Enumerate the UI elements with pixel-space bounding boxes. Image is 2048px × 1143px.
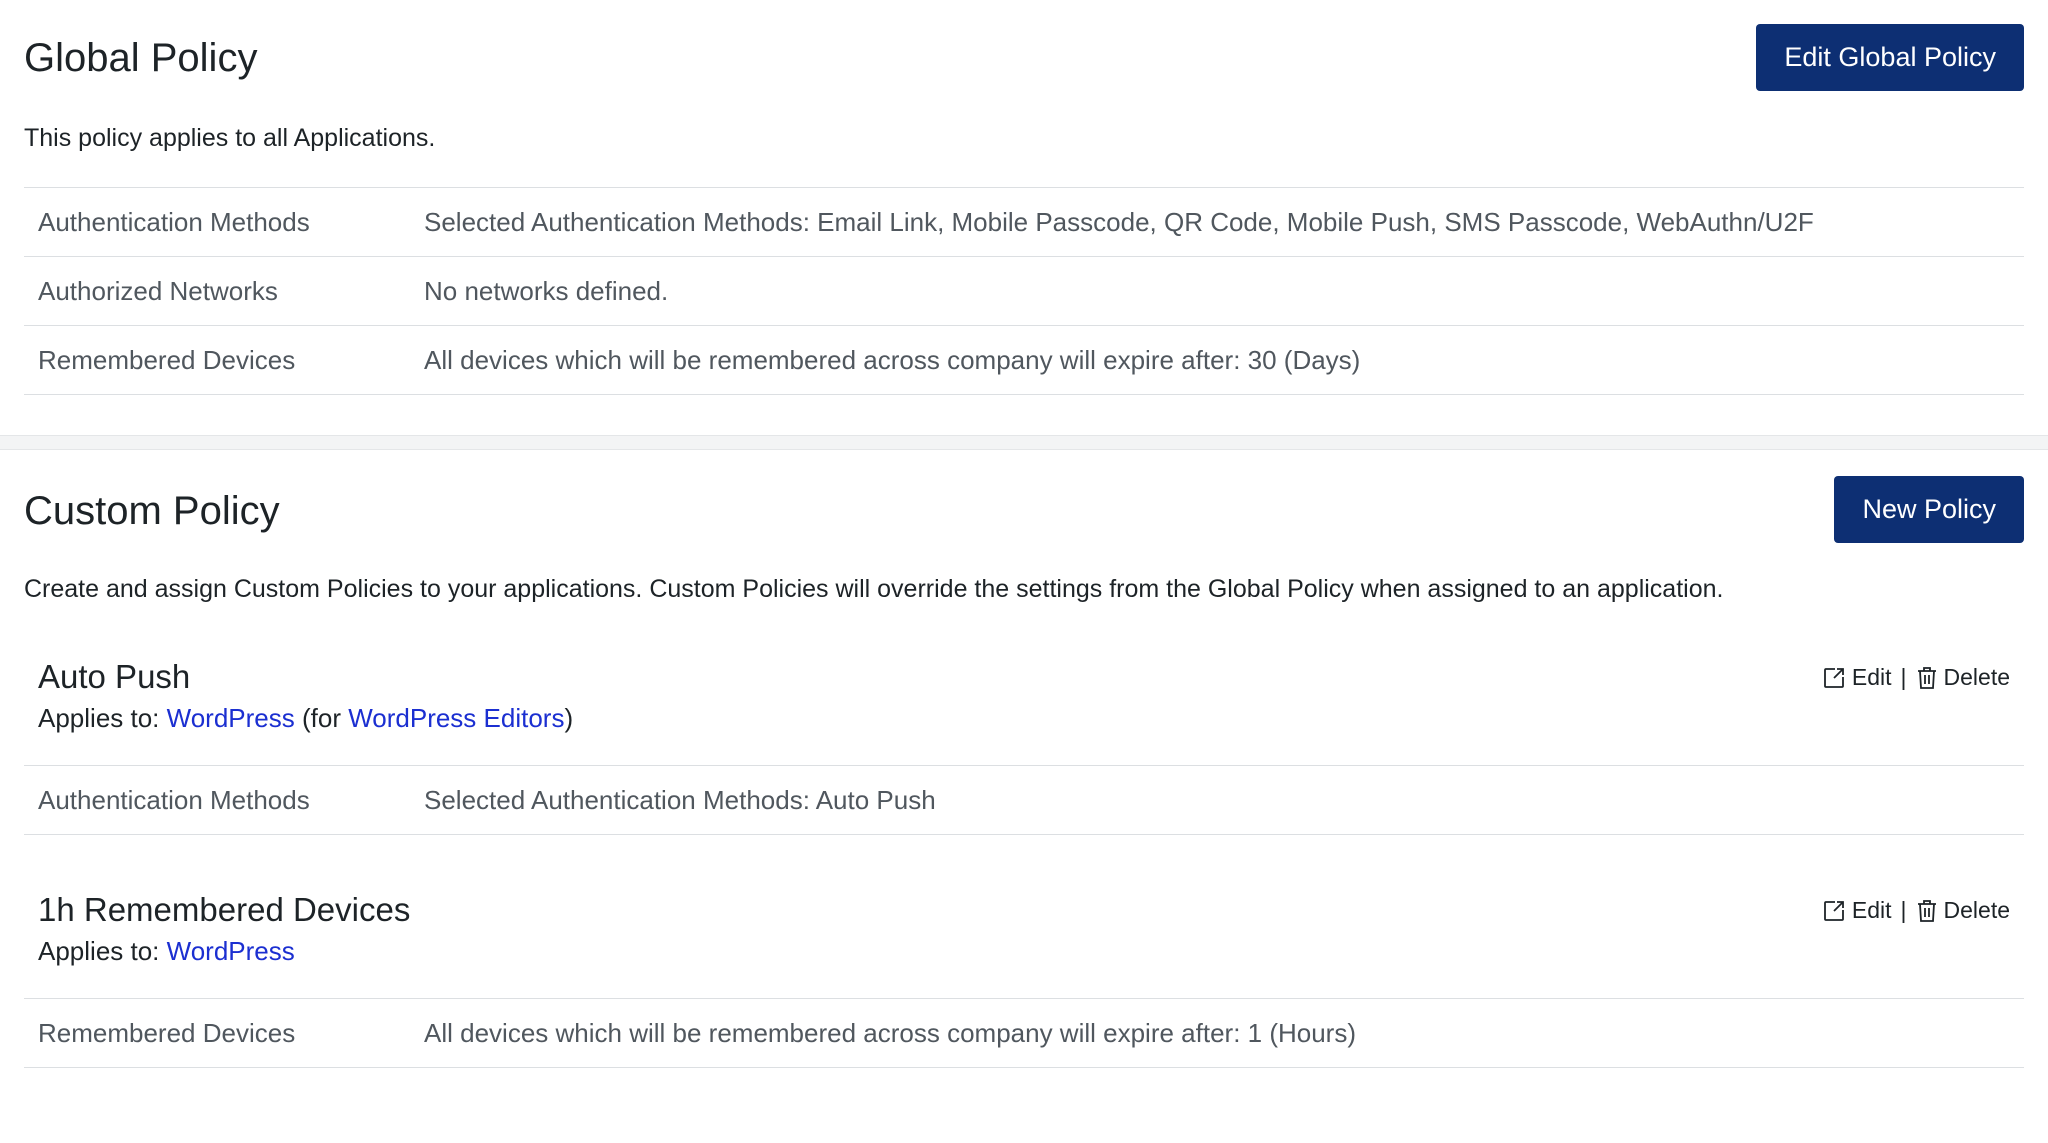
table-row: Authentication Methods Selected Authenti… [24, 766, 2024, 835]
table-row: Authorized Networks No networks defined. [24, 257, 2024, 326]
row-value: No networks defined. [424, 275, 669, 306]
custom-policy-description: Create and assign Custom Policies to you… [24, 575, 1724, 603]
applies-to-label: Applies to: [38, 703, 167, 733]
policy-name: Auto Push [38, 658, 191, 695]
policy-header: Auto Push Applies to: WordPress (for Wor… [24, 660, 2024, 734]
row-label: Remembered Devices [38, 344, 296, 375]
policy-actions: Edit | Delete [1822, 893, 2010, 924]
application-link[interactable]: WordPress [167, 936, 295, 966]
edit-label: Edit [1851, 897, 1892, 924]
global-policy-section: Global Policy Edit Global Policy This po… [0, 0, 2048, 435]
row-value: All devices which will be remembered acr… [424, 344, 1361, 375]
edit-label: Edit [1851, 664, 1892, 690]
table-row: Authentication Methods Selected Authenti… [24, 188, 2024, 257]
policy-actions: Edit | Delete [1822, 660, 2010, 691]
custom-policy-section: Custom Policy New Policy Create and assi… [0, 450, 2048, 1068]
policy-info: Auto Push Applies to: WordPress (for Wor… [38, 660, 573, 734]
policy-table: Authentication Methods Selected Authenti… [24, 765, 2024, 835]
delete-policy-button[interactable]: Delete [1916, 897, 2010, 924]
global-policy-table: Authentication Methods Selected Authenti… [24, 187, 2024, 395]
policy-name: 1h Remembered Devices [38, 891, 411, 929]
section-divider [0, 435, 2048, 450]
row-value: Selected Authentication Methods: Auto Pu… [424, 784, 936, 815]
delete-label: Delete [1943, 664, 2010, 690]
trash-icon [1917, 899, 1936, 922]
edit-policy-button[interactable]: Edit [1822, 664, 1892, 691]
action-separator: | [1900, 897, 1907, 924]
edit-icon [1823, 667, 1844, 688]
for-open-text: (for [294, 703, 349, 733]
applies-to-label: Applies to: [38, 936, 167, 967]
global-policy-header: Global Policy Edit Global Policy [24, 0, 2024, 91]
row-value: Selected Authentication Methods: Email L… [424, 206, 1814, 237]
custom-policy-header: Custom Policy New Policy [24, 450, 2024, 543]
policy-card-auto-push: Auto Push Applies to: WordPress (for Wor… [24, 660, 2024, 835]
policy-info: 1h Remembered Devices Applies to: WordPr… [38, 893, 410, 967]
global-policy-title: Global Policy [24, 36, 258, 80]
edit-global-policy-button[interactable]: Edit Global Policy [1756, 24, 2024, 91]
row-label: Authorized Networks [38, 275, 278, 306]
delete-policy-button[interactable]: Delete [1916, 664, 2010, 691]
role-link[interactable]: WordPress Editors [348, 703, 564, 733]
table-row: Remembered Devices All devices which wil… [24, 326, 2024, 395]
trash-icon [1917, 666, 1936, 689]
for-close-text: ) [564, 703, 574, 733]
new-policy-button[interactable]: New Policy [1834, 476, 2024, 543]
delete-label: Delete [1943, 897, 2010, 924]
row-label: Authentication Methods [38, 206, 310, 237]
row-label: Authentication Methods [38, 784, 310, 815]
row-label: Remembered Devices [38, 1017, 296, 1048]
application-link[interactable]: WordPress [167, 703, 295, 733]
row-value: All devices which will be remembered acr… [424, 1017, 1357, 1048]
edit-icon [1823, 900, 1844, 921]
policy-card-1h-remembered-devices: 1h Remembered Devices Applies to: WordPr… [24, 893, 2024, 1068]
policy-applies-to: Applies to: WordPress (for WordPress Edi… [38, 703, 573, 734]
policy-table: Remembered Devices All devices which wil… [24, 998, 2024, 1068]
custom-policy-title: Custom Policy [24, 489, 280, 533]
policy-applies-to: Applies to: WordPress [38, 936, 410, 967]
edit-policy-button[interactable]: Edit [1822, 897, 1892, 924]
policy-header: 1h Remembered Devices Applies to: WordPr… [24, 893, 2024, 967]
table-row: Remembered Devices All devices which wil… [24, 999, 2024, 1068]
action-separator: | [1900, 664, 1907, 690]
global-policy-description: This policy applies to all Applications. [24, 124, 436, 152]
